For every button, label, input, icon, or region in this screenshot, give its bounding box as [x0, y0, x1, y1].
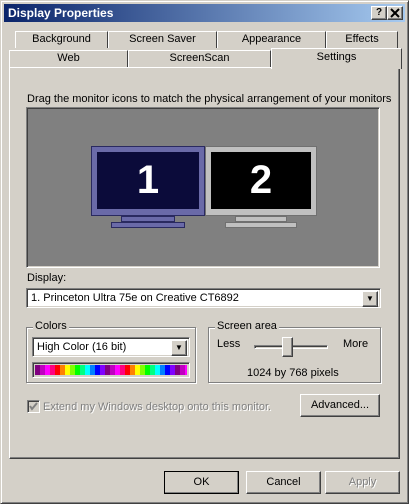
cancel-button[interactable]: Cancel — [246, 471, 321, 494]
display-select[interactable]: 1. Princeton Ultra 75e on Creative CT689… — [26, 288, 381, 308]
resolution-slider[interactable] — [254, 337, 328, 359]
slider-thumb[interactable] — [282, 337, 293, 357]
check-icon — [29, 402, 38, 411]
ok-button[interactable]: OK — [164, 471, 239, 494]
screen-area-group-label: Screen area — [215, 320, 279, 332]
color-spectrum-bar — [32, 362, 190, 378]
colors-group-label: Colors — [33, 320, 69, 332]
extend-desktop-label: Extend my Windows desktop onto this moni… — [43, 401, 272, 413]
help-button[interactable]: ? — [371, 6, 387, 20]
less-label: Less — [217, 338, 241, 350]
tab-web[interactable]: Web — [9, 50, 128, 67]
apply-button[interactable]: Apply — [325, 471, 400, 494]
monitor-2-number: 2 — [211, 152, 311, 209]
chevron-down-icon[interactable]: ▼ — [171, 340, 187, 356]
colors-select[interactable]: High Color (16 bit) ▼ — [32, 337, 190, 357]
more-label: More — [343, 338, 369, 350]
tab-screen-saver[interactable]: Screen Saver — [108, 31, 217, 48]
title-bar[interactable]: Display Properties ? — [4, 4, 405, 22]
monitor-arrangement-area: 1 2 — [26, 107, 380, 268]
close-icon — [390, 8, 400, 18]
close-button[interactable] — [387, 6, 403, 20]
colors-select-value: High Color (16 bit) — [37, 341, 127, 353]
monitor-1-number: 1 — [97, 152, 199, 209]
display-select-value: 1. Princeton Ultra 75e on Creative CT689… — [31, 292, 239, 304]
resolution-text: 1024 by 768 pixels — [247, 367, 339, 379]
instruction-text: Drag the monitor icons to match the phys… — [27, 93, 392, 105]
tab-effects[interactable]: Effects — [326, 31, 398, 48]
tab-background[interactable]: Background — [15, 31, 108, 48]
tab-appearance[interactable]: Appearance — [217, 31, 326, 48]
window-title: Display Properties — [8, 6, 114, 20]
tab-screenscan[interactable]: ScreenScan — [128, 50, 271, 67]
chevron-down-icon[interactable]: ▼ — [362, 291, 378, 307]
display-properties-window: Display Properties ? Background Screen S… — [0, 0, 409, 504]
tab-settings[interactable]: Settings — [271, 48, 402, 69]
advanced-button[interactable]: Advanced... — [300, 394, 380, 417]
checkbox-box[interactable] — [27, 400, 40, 413]
monitor-1-icon[interactable]: 1 — [91, 146, 205, 230]
display-label: Display: — [27, 272, 67, 284]
monitor-2-icon[interactable]: 2 — [205, 146, 317, 230]
